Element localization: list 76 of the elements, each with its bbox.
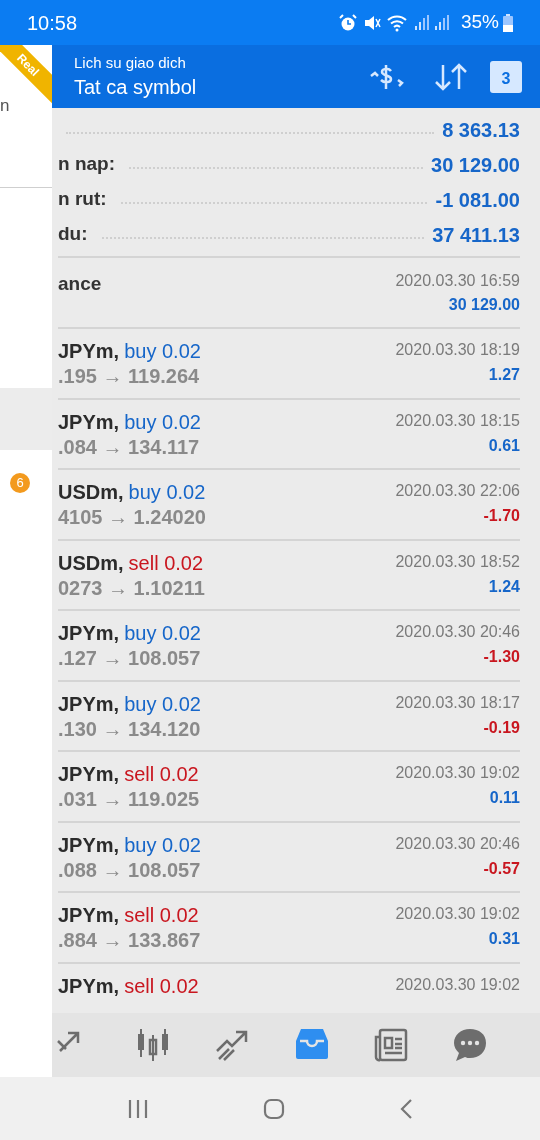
- back-icon[interactable]: [399, 1097, 413, 1120]
- summary-value: 30 129.00: [431, 152, 520, 178]
- summary-label: n rut:: [58, 187, 107, 212]
- trade-side: sell 0.02: [128, 550, 204, 576]
- profit-value: 0.61: [488, 435, 520, 456]
- deal-time: 2020.03.30 20:46: [395, 622, 520, 642]
- trade-side: sell 0.02: [124, 903, 199, 928]
- newspaper-icon[interactable]: [373, 1027, 409, 1063]
- trade-symbol: JPYm,: [58, 339, 120, 364]
- trade-side: sell 0.02: [124, 762, 199, 787]
- home-icon[interactable]: [263, 1097, 285, 1120]
- trade-symbol: JPYm,: [58, 691, 120, 717]
- summary-label: n nap:: [58, 152, 115, 177]
- trade-symbol: JPYm,: [58, 903, 120, 928]
- deal-time: 2020.03.30 18:15: [395, 410, 520, 431]
- summary-label: du:: [58, 222, 88, 247]
- trade-symbol: JPYm,: [58, 762, 120, 787]
- trade-side: buy 0.02: [124, 621, 201, 646]
- wifi-icon: [386, 13, 407, 32]
- price-range: 0273 → 1.10211: [58, 575, 206, 600]
- profit-value: 1.24: [488, 576, 520, 597]
- drawer-item[interactable]: n: [0, 93, 10, 119]
- counter-badge: 6: [10, 473, 30, 493]
- price-range: 4105 → 1.24020: [58, 505, 207, 529]
- deal-time: 2020.03.30 19:02: [395, 763, 520, 783]
- profit-value: 1.27: [488, 365, 520, 385]
- price-range: .127 → 108.057: [58, 646, 202, 670]
- deal-time: 2020.03.30 20:46: [395, 833, 520, 854]
- profit-value: -0.19: [483, 717, 520, 738]
- trade-side: buy 0.02: [124, 409, 201, 435]
- deal-time: 2020.03.30 19:02: [395, 974, 520, 995]
- trade-symbol: JPYm,: [58, 973, 120, 999]
- price-range: .088 → 108.057: [58, 857, 202, 882]
- deposit-label: ance: [58, 272, 103, 296]
- price-range: .130 → 134.120: [58, 716, 202, 741]
- trade-side: sell 0.02: [124, 973, 199, 999]
- price-range: .195 → 119.264: [58, 364, 201, 388]
- trade-symbol: USDm,: [58, 550, 124, 576]
- clock-time: 10:58: [27, 10, 78, 36]
- recent-apps-icon[interactable]: [127, 1098, 149, 1119]
- trade-symbol: JPYm,: [58, 832, 120, 858]
- deal-time: 2020.03.30 19:02: [395, 904, 520, 924]
- trade-side: buy 0.02: [124, 691, 201, 717]
- alarm-icon: [338, 13, 357, 32]
- chat-bubble-icon[interactable]: [452, 1027, 489, 1063]
- deal-time: 2020.03.30 22:06: [395, 481, 520, 501]
- trade-side: buy 0.02: [124, 339, 201, 364]
- trade-symbol: JPYm,: [58, 621, 120, 646]
- deposit-amount: 30 129.00: [448, 295, 520, 315]
- screen-title[interactable]: Tat ca symbol: [74, 72, 197, 101]
- sort-icon[interactable]: [434, 61, 468, 92]
- trade-side: buy 0.02: [124, 832, 201, 858]
- candlestick-icon[interactable]: [135, 1027, 171, 1063]
- summary-value: 37 411.13: [432, 222, 520, 248]
- deal-time: 2020.03.30 18:17: [395, 692, 520, 713]
- profit-value: -0.57: [483, 858, 520, 879]
- profit-value: 0.31: [488, 929, 520, 949]
- summary-value: -1 081.00: [435, 187, 520, 213]
- trade-symbol: USDm,: [58, 480, 124, 505]
- screen-subtitle: Lich su giao dich: [74, 52, 187, 73]
- battery-level: 35%: [460, 10, 499, 35]
- trade-symbol: JPYm,: [58, 409, 120, 435]
- battery-icon: [503, 13, 513, 32]
- summary-value: 8 363.13: [442, 117, 520, 143]
- deal-time: 2020.03.30 18:52: [395, 551, 520, 572]
- price-range: .084 → 134.117: [58, 434, 201, 459]
- mute-icon: [362, 13, 381, 32]
- price-range: .884 → 133.867: [58, 928, 202, 952]
- profit-value: -1.30: [483, 647, 520, 667]
- trade-side: buy 0.02: [128, 480, 206, 505]
- profit-value: 0.11: [489, 788, 520, 808]
- profit-value: -1.70: [483, 506, 520, 526]
- deal-time: 2020.03.30 16:59: [395, 271, 520, 291]
- deal-time: 2020.03.30 18:19: [395, 340, 520, 360]
- calendar-button[interactable]: 3: [490, 60, 522, 93]
- price-range: .031 → 119.025: [58, 787, 201, 811]
